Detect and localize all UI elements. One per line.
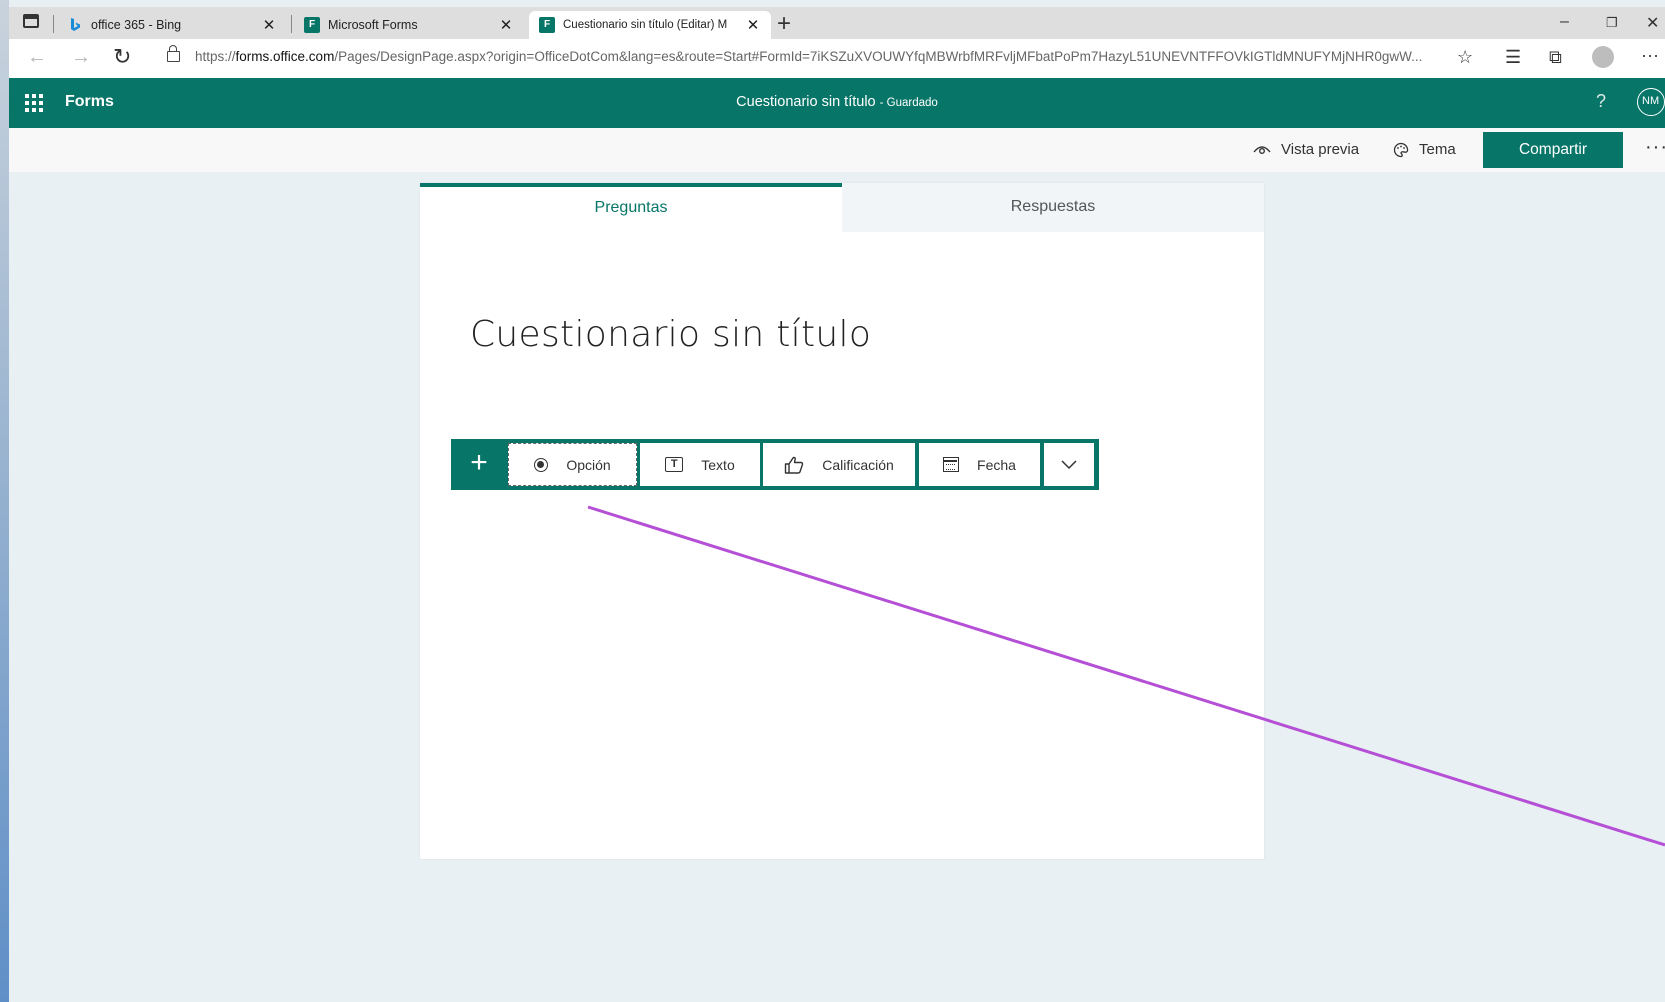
close-icon[interactable]: ✕ (498, 16, 514, 34)
favorite-star-icon[interactable]: ☆ (1457, 47, 1473, 68)
theme-label: Tema (1419, 141, 1456, 158)
tab-title: Cuestionario sin título (Editar) M (563, 19, 728, 31)
question-type-toolbar: + Opción T Texto Calificación Fecha (451, 439, 1099, 490)
tab-responses[interactable]: Respuestas (842, 183, 1264, 232)
forms-icon: F (304, 17, 320, 33)
rating-button[interactable]: Calificación (763, 443, 915, 486)
lock-icon[interactable] (167, 45, 180, 62)
forms-icon: F (539, 17, 555, 33)
radio-icon (534, 457, 549, 472)
calendar-icon (943, 457, 960, 472)
close-icon[interactable]: ✕ (745, 16, 761, 34)
browser-tab-bing[interactable]: office 365 - Bing ✕ (57, 11, 287, 39)
close-icon[interactable]: ✕ (261, 16, 277, 34)
restore-icon[interactable]: ❐ (1606, 15, 1618, 31)
browser-tab-strip: office 365 - Bing ✕ F Microsoft Forms ✕ … (9, 7, 1665, 39)
browser-tab-active[interactable]: F Cuestionario sin título (Editar) M ✕ (529, 11, 771, 39)
more-options-icon[interactable]: ··· (1645, 136, 1665, 159)
save-status: - Guardado (879, 97, 938, 109)
tab-title: Microsoft Forms (328, 18, 418, 32)
more-types-button[interactable] (1044, 443, 1094, 486)
date-button[interactable]: Fecha (919, 443, 1040, 486)
back-icon[interactable]: ← (27, 46, 47, 69)
window-close-icon[interactable]: ✕ (1646, 13, 1659, 33)
choice-label: Opción (566, 456, 611, 473)
url-field[interactable]: https://forms.office.com/Pages/DesignPag… (195, 49, 1445, 64)
tab-questions[interactable]: Preguntas (420, 183, 842, 232)
add-question-button[interactable]: + (451, 439, 507, 490)
text-label: Texto (701, 456, 735, 473)
tab-separator (291, 15, 292, 33)
tab-separator (53, 15, 54, 33)
minimize-icon[interactable]: – (1560, 13, 1569, 31)
collections-icon[interactable]: ⧉ (1549, 47, 1562, 68)
preview-button[interactable]: Vista previa (1253, 141, 1359, 158)
profile-avatar[interactable] (1592, 46, 1614, 68)
rating-label: Calificación (822, 456, 894, 473)
command-bar: Vista previa Tema Compartir ··· (9, 128, 1665, 172)
eye-icon (1253, 145, 1271, 154)
browser-menu-icon[interactable]: ··· (1641, 45, 1659, 66)
choice-button[interactable]: Opción (508, 443, 637, 486)
browser-tab-forms[interactable]: F Microsoft Forms ✕ (294, 11, 524, 39)
new-tab-icon[interactable]: + (777, 10, 791, 38)
text-icon: T (665, 457, 684, 472)
share-button[interactable]: Compartir (1483, 132, 1623, 168)
tab-title: office 365 - Bing (91, 18, 182, 32)
form-tabs: Preguntas Respuestas (420, 183, 1264, 232)
form-canvas: Preguntas Respuestas Cuestionario sin tí… (420, 183, 1264, 859)
forward-icon[interactable]: → (71, 46, 91, 69)
chevron-down-icon (1061, 459, 1077, 469)
favorites-list-icon[interactable]: ☰ (1505, 47, 1521, 68)
desktop-edge (0, 0, 9, 1002)
help-icon[interactable]: ? (1596, 91, 1606, 112)
date-label: Fecha (977, 456, 1016, 473)
document-title-text: Cuestionario sin título (736, 94, 876, 110)
user-avatar[interactable]: NM (1637, 88, 1665, 116)
reload-icon[interactable]: ↻ (113, 44, 131, 70)
document-title: Cuestionario sin título - Guardado (9, 94, 1665, 110)
preview-label: Vista previa (1281, 141, 1360, 158)
form-title[interactable]: Cuestionario sin título (470, 314, 871, 355)
text-button[interactable]: T Texto (640, 443, 760, 486)
thumbs-up-icon (785, 456, 804, 474)
theme-button[interactable]: Tema (1393, 141, 1456, 158)
bing-icon (67, 17, 83, 33)
tab-actions-icon[interactable] (23, 14, 39, 28)
address-bar: ← → ↻ https://forms.office.com/Pages/Des… (9, 39, 1665, 79)
forms-app-header: Forms Cuestionario sin título - Guardado… (9, 78, 1665, 128)
palette-icon (1393, 142, 1409, 157)
